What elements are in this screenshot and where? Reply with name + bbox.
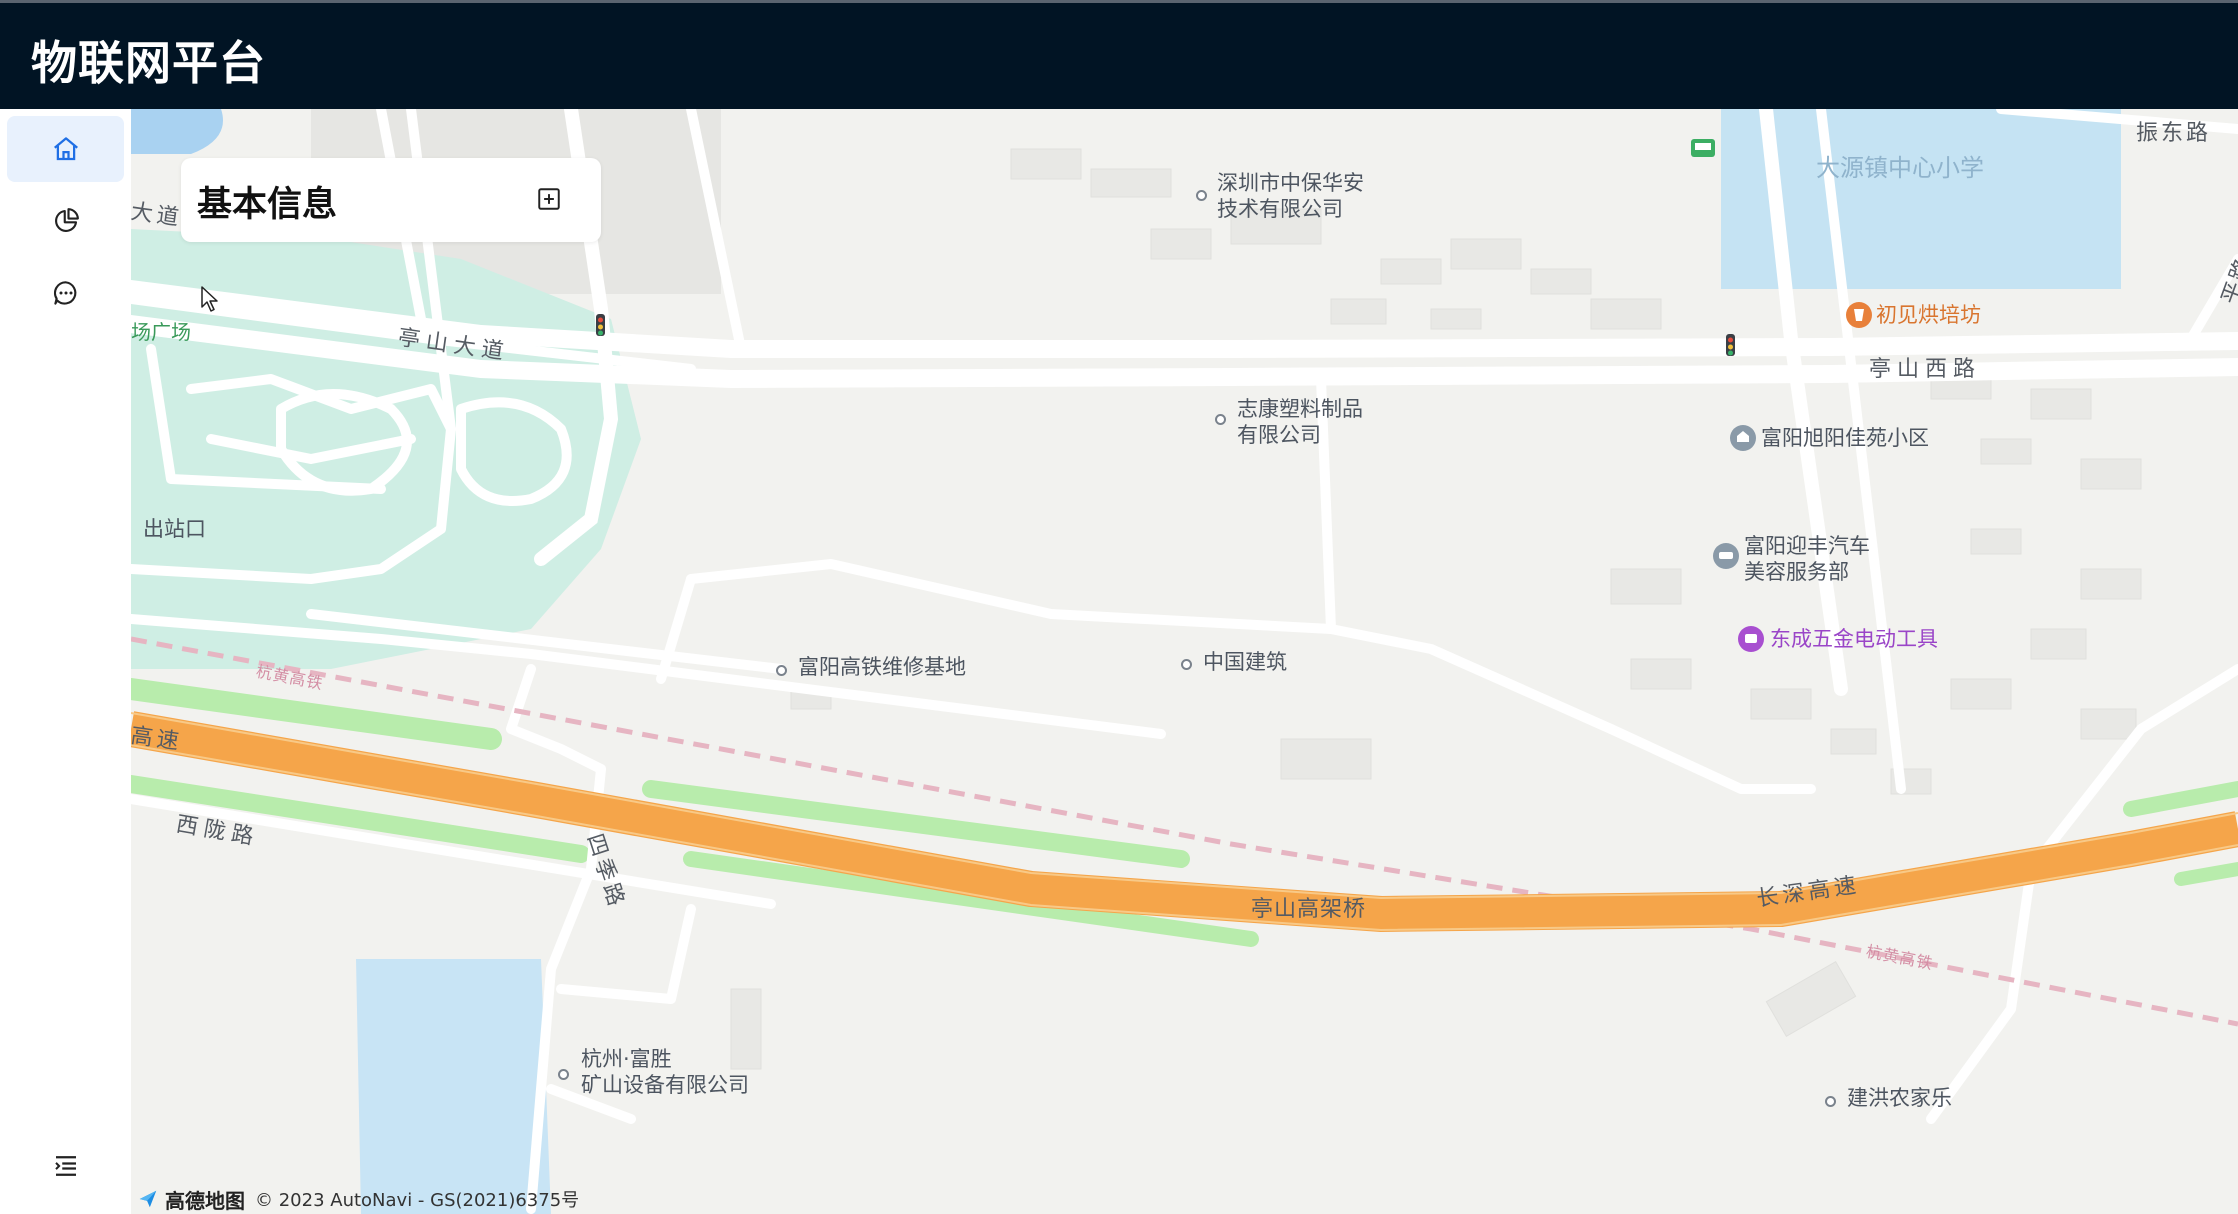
poi-label-auto[interactable]: 美容服务部 <box>1744 559 1849 585</box>
mouse-cursor-icon <box>201 286 218 312</box>
poi-label-exit[interactable]: 出站口 <box>143 516 206 542</box>
road-label: 亭山西路 <box>1869 357 1982 382</box>
collapse-menu-button[interactable] <box>7 1133 124 1199</box>
poi-label-bakery[interactable]: 初见烘培坊 <box>1876 302 1981 328</box>
poi-label-auto[interactable]: 富阳迎丰汽车 <box>1744 533 1870 559</box>
poi-dot <box>1215 414 1226 425</box>
poi-label-residence[interactable]: 富阳旭阳佳苑小区 <box>1761 425 1929 451</box>
amap-logo-text: 高德地图 <box>165 1188 245 1213</box>
road-label: 大道 <box>131 199 185 232</box>
poi-label[interactable]: 深圳市中保华安 <box>1217 170 1364 196</box>
poi-label-hardware[interactable]: 东成五金电动工具 <box>1770 626 1938 652</box>
road-label: 高速 <box>131 723 185 756</box>
road-label: 振东路 <box>2136 121 2212 146</box>
poi-label[interactable]: 富阳高铁维修基地 <box>798 654 966 680</box>
home-icon <box>53 137 78 161</box>
basic-info-panel: 基本信息 <box>181 158 601 242</box>
poi-label[interactable]: 杭州·富胜 <box>581 1046 672 1072</box>
poi-label[interactable]: 技术有限公司 <box>1217 196 1343 222</box>
road-label: 亭山高架桥 <box>1251 897 1367 922</box>
sidebar <box>0 109 131 1214</box>
chat-icon <box>53 281 76 305</box>
collapse-menu-icon <box>54 1156 76 1176</box>
poi-dot <box>1196 190 1207 201</box>
panel-title: 基本信息 <box>197 185 338 225</box>
poi-label[interactable]: 中国建筑 <box>1203 649 1287 675</box>
poi-dot <box>1181 659 1192 670</box>
poi-label[interactable]: 有限公司 <box>1237 422 1321 448</box>
poi-dot <box>776 665 787 676</box>
poi-label-school[interactable]: 大源镇中心小学 <box>1816 155 1984 181</box>
amap-logo-icon <box>139 1190 157 1208</box>
nav-statistics[interactable] <box>7 188 124 254</box>
nav-home[interactable] <box>7 116 124 182</box>
poi-label[interactable]: 建洪农家乐 <box>1847 1085 1952 1111</box>
copyright-text: © 2023 AutoNavi - GS(2021)6375号 <box>255 1190 580 1211</box>
pie-chart-icon <box>54 208 79 232</box>
nav-messages[interactable] <box>7 260 124 326</box>
top-header: 物联网平台 <box>0 0 2238 109</box>
poi-label[interactable]: 志康塑料制品 <box>1237 396 1363 422</box>
poi-label-plaza[interactable]: 场广场 <box>131 319 191 345</box>
map-attribution: 高德地图 © 2023 AutoNavi - GS(2021)6375号 <box>137 1185 579 1213</box>
app-title: 物联网平台 <box>31 36 266 90</box>
map-view[interactable]: 深圳市中保华安 技术有限公司 志康塑料制品 有限公司 富阳高铁维修基地 中国建筑… <box>131 109 2238 1214</box>
poi-dot <box>1825 1096 1836 1107</box>
expand-square-icon[interactable] <box>536 186 562 212</box>
poi-dot <box>558 1069 569 1080</box>
poi-label[interactable]: 矿山设备有限公司 <box>581 1072 749 1098</box>
